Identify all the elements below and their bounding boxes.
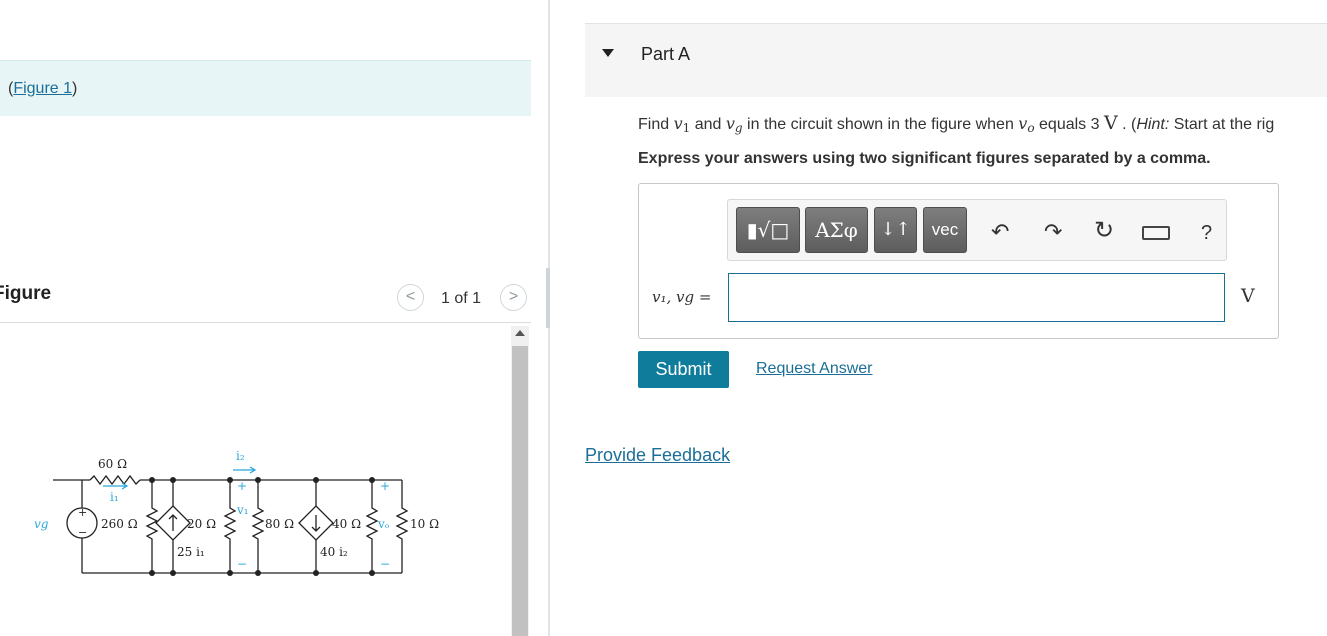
- var-vo: v: [1018, 114, 1028, 133]
- label-40-ohm: 40 Ω: [332, 517, 361, 531]
- question-and: and: [690, 116, 726, 133]
- question-equals: equals 3: [1034, 116, 1104, 133]
- collapse-caret-icon[interactable]: [602, 49, 614, 57]
- submit-button[interactable]: Submit: [638, 351, 729, 388]
- figure-link[interactable]: Figure 1: [13, 80, 72, 97]
- figure-scrollbar[interactable]: [511, 326, 529, 636]
- arrows-button[interactable]: ↓↑: [874, 207, 917, 253]
- reset-icon[interactable]: ↻: [1094, 216, 1114, 245]
- var-vg-sub: g: [734, 121, 743, 135]
- label-20-ohm: 20 Ω: [187, 517, 216, 531]
- keyboard-icon[interactable]: [1142, 226, 1170, 240]
- label-v1-minus: −: [237, 557, 247, 571]
- resistor-10: [395, 480, 409, 573]
- current-arrow-i2: [233, 466, 257, 474]
- label-25i1: 25 i₁: [177, 545, 205, 559]
- figure-link-close-paren: ): [72, 80, 78, 97]
- label-v1-plus: +: [237, 479, 247, 493]
- request-answer-link[interactable]: Request Answer: [756, 360, 873, 378]
- previous-figure-button[interactable]: <: [397, 284, 424, 311]
- resistor-20: [223, 480, 237, 573]
- label-60-ohm: 60 Ω: [98, 457, 127, 471]
- var-vo-sub: o: [1027, 121, 1035, 135]
- label-source-plus: +: [78, 506, 87, 519]
- part-title: Part A: [641, 44, 691, 64]
- label-v1: v₁: [236, 503, 249, 517]
- dep-source-2-arrow: [311, 515, 321, 532]
- scroll-thumb[interactable]: [512, 346, 528, 636]
- label-80-ohm: 80 Ω: [265, 517, 294, 531]
- question-dot: . (: [1117, 116, 1137, 133]
- question-find: Find: [638, 116, 674, 133]
- label-i1: i₁: [110, 490, 119, 504]
- chevron-right-icon: >: [508, 288, 519, 305]
- undo-icon[interactable]: ↶: [991, 219, 1009, 245]
- instruction-text: Express your answers using two significa…: [638, 150, 1211, 167]
- label-260-ohm: 260 Ω: [101, 517, 138, 531]
- label-vg: vg: [34, 517, 49, 531]
- question-text: Find v1 and vg in the circuit shown in t…: [638, 112, 1274, 135]
- greek-symbols-button[interactable]: ΑΣφ: [805, 207, 868, 253]
- figure-pager-text: 1 of 1: [441, 290, 482, 307]
- hint-text: Start at the rig: [1169, 116, 1275, 133]
- question-unit: V: [1103, 112, 1118, 134]
- resistor-80: [251, 480, 265, 573]
- help-button[interactable]: ?: [1201, 222, 1212, 245]
- pane-resize-handle[interactable]: [546, 268, 550, 328]
- answer-input[interactable]: [728, 273, 1225, 322]
- var-vg: v: [725, 114, 735, 133]
- resistor-40: [365, 480, 379, 573]
- label-40i2: 40 i₂: [320, 545, 348, 559]
- redo-icon[interactable]: ↷: [1044, 219, 1062, 245]
- label-source-minus: −: [78, 526, 87, 539]
- resistor-60: [89, 474, 141, 486]
- answer-unit: V: [1241, 285, 1255, 307]
- vector-button[interactable]: vec: [923, 207, 967, 253]
- figure-heading: Figure: [0, 283, 52, 304]
- resistor-260: [145, 480, 159, 573]
- figure-pane: (Figure 1) Figure < 1 of 1 >: [0, 0, 548, 636]
- label-10-ohm: 10 Ω: [410, 517, 439, 531]
- circuit-diagram: 60 Ω i₁ vg + − 260 Ω 20 Ω 25 i₁ i₂ + v₁ …: [34, 449, 439, 576]
- provide-feedback-link[interactable]: Provide Feedback: [585, 445, 730, 466]
- answer-label: v₁, vg =: [652, 288, 712, 306]
- label-vo: vₒ: [377, 517, 390, 531]
- label-vo-plus: +: [380, 479, 390, 493]
- label-vo-minus: −: [380, 557, 390, 571]
- figure-link-wrapper: (Figure 1): [8, 80, 77, 98]
- dep-source-1-arrow: [168, 514, 178, 531]
- figure-divider: [0, 322, 531, 323]
- math-toolbar: ▮√□ ΑΣφ ↓↑ vec ↶ ↷ ↻ ?: [727, 199, 1227, 261]
- chevron-left-icon: <: [405, 288, 416, 305]
- figure-link-bar: (Figure 1): [0, 60, 531, 116]
- var-v1: v: [673, 114, 683, 133]
- hint-label: Hint:: [1136, 116, 1170, 133]
- answer-box: ▮√□ ΑΣφ ↓↑ vec ↶ ↷ ↻ ? v₁, vg = V: [638, 183, 1279, 339]
- current-arrow-i1: [103, 482, 129, 490]
- next-figure-button[interactable]: >: [500, 284, 527, 311]
- templates-button[interactable]: ▮√□: [736, 207, 800, 253]
- label-i2: i₂: [236, 449, 245, 463]
- scroll-up-arrow-icon[interactable]: [515, 330, 525, 336]
- part-a-header[interactable]: Part A: [585, 23, 1327, 97]
- question-mid: in the circuit shown in the figure when: [742, 116, 1019, 133]
